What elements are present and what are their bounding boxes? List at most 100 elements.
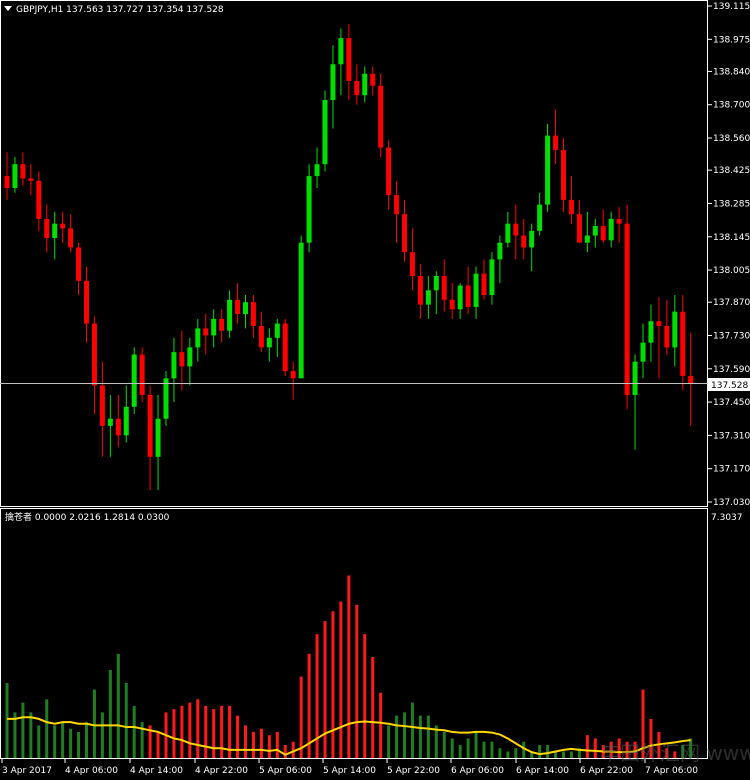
candle-body (171, 352, 177, 379)
candle-body (481, 273, 487, 296)
price-tick-label: 138.840 (713, 67, 750, 77)
candle-body (44, 218, 50, 238)
histogram-bar-red (204, 705, 208, 758)
candle-body (409, 252, 415, 277)
candle-body (211, 318, 217, 336)
candle-body (227, 299, 233, 331)
time-tick-label: 5 Apr 22:00 (387, 766, 440, 776)
histogram-bar-red (196, 699, 200, 758)
candle-body (394, 195, 400, 215)
price-tick-label: 138.145 (713, 233, 750, 243)
candle-body (680, 311, 686, 376)
candle-body (433, 276, 439, 291)
histogram-bar-red (347, 575, 351, 758)
candle-body (608, 218, 614, 241)
histogram-bar-green (85, 722, 88, 758)
candle-body (282, 323, 288, 372)
candle-body (386, 147, 392, 196)
histogram-bar-green (403, 712, 406, 758)
time-tick-label: 6 Apr 06:00 (451, 766, 504, 776)
price-tick-label: 137.590 (713, 365, 750, 375)
candle-body (219, 318, 225, 331)
price-tick-label: 138.425 (713, 166, 750, 176)
histogram-bar-green (132, 705, 136, 758)
candle-body (505, 223, 511, 243)
candle-body (402, 214, 407, 253)
histogram-bar-green (490, 741, 494, 758)
candle-body (378, 85, 384, 148)
candle-body (99, 385, 105, 426)
histogram-bar-red (259, 728, 263, 758)
price-tick-label: 137.450 (713, 398, 750, 408)
candle-body (592, 226, 598, 236)
candle-body (274, 323, 280, 338)
price-tick-label: 138.700 (713, 101, 750, 111)
candle-body (640, 342, 646, 362)
time-tick-label: 4 Apr 14:00 (130, 766, 183, 776)
histogram-bar-green (538, 744, 542, 758)
candle-body (489, 259, 495, 296)
candle-body (537, 204, 543, 231)
histogram-bar-red (220, 705, 224, 758)
candle-body (84, 280, 89, 324)
histogram-bar-green (482, 741, 486, 758)
histogram-bar-red (299, 676, 303, 758)
candle-body (417, 276, 423, 305)
candle-body (250, 302, 256, 326)
histogram-bar-green (77, 731, 81, 758)
time-tick-label: 5 Apr 06:00 (259, 766, 312, 776)
indicator-max-label: 7.3037 (711, 513, 743, 523)
histogram-bar-red (275, 731, 279, 758)
time-tick-label: 7 Apr 06:00 (645, 766, 698, 776)
price-tick-label: 139.115 (713, 2, 750, 12)
candle-body (179, 352, 185, 367)
histogram-bar-red (251, 731, 255, 758)
trading-chart[interactable]: 139.115 138.975 138.840 138.700 138.560 138.4… (0, 0, 750, 780)
candle-body (584, 235, 590, 243)
time-tick-label: 6 Apr 14:00 (516, 766, 569, 776)
histogram-bar-green (410, 702, 414, 758)
candle-body (266, 337, 272, 348)
histogram-bar-green (426, 715, 430, 758)
candle-body (545, 135, 551, 205)
price-tick-label: 137.310 (713, 431, 750, 441)
candle-body (76, 247, 82, 281)
candle-body (155, 418, 161, 457)
candle-body (576, 214, 582, 243)
candle-body (648, 321, 654, 343)
histogram-bar-red (355, 604, 359, 758)
candle-body (330, 64, 336, 100)
histogram-bar-red (323, 621, 327, 758)
candle-body (60, 223, 66, 229)
histogram-bar-red (236, 715, 240, 758)
histogram-bar-green (69, 728, 73, 758)
watermark: 丰田外汇网 www.18waihui.com (600, 741, 750, 765)
time-tick-label: 3 Apr 2017 (2, 766, 52, 776)
candle-body (163, 378, 169, 419)
price-tick-label: 137.170 (713, 465, 750, 475)
candle-body (12, 164, 18, 188)
candle-body (131, 354, 137, 407)
candle-body (4, 176, 10, 188)
candle-body (513, 223, 519, 236)
histogram-bar-green (474, 731, 478, 758)
candle-body (298, 242, 304, 379)
candle-body (449, 299, 455, 310)
candle-body (425, 290, 431, 305)
candle-body (36, 180, 42, 219)
histogram-bar-green (21, 702, 25, 758)
histogram-bar-green (116, 653, 120, 758)
candle-body (632, 361, 638, 395)
candle-body (561, 149, 566, 200)
price-tick-label: 137.030 (713, 498, 750, 508)
candle-body (370, 73, 376, 86)
price-tick-label: 138.005 (713, 266, 750, 276)
candle-body (290, 371, 296, 379)
histogram-bar-green (442, 731, 446, 758)
candle-body (441, 276, 447, 300)
candle-body (258, 325, 264, 348)
candle-body (672, 311, 678, 348)
time-tick-label: 4 Apr 22:00 (195, 766, 248, 776)
histogram-bar-red (244, 725, 247, 758)
indicator-header: 擒苍者 0.0000 2.0216 1.2814 0.0300 (5, 511, 170, 523)
